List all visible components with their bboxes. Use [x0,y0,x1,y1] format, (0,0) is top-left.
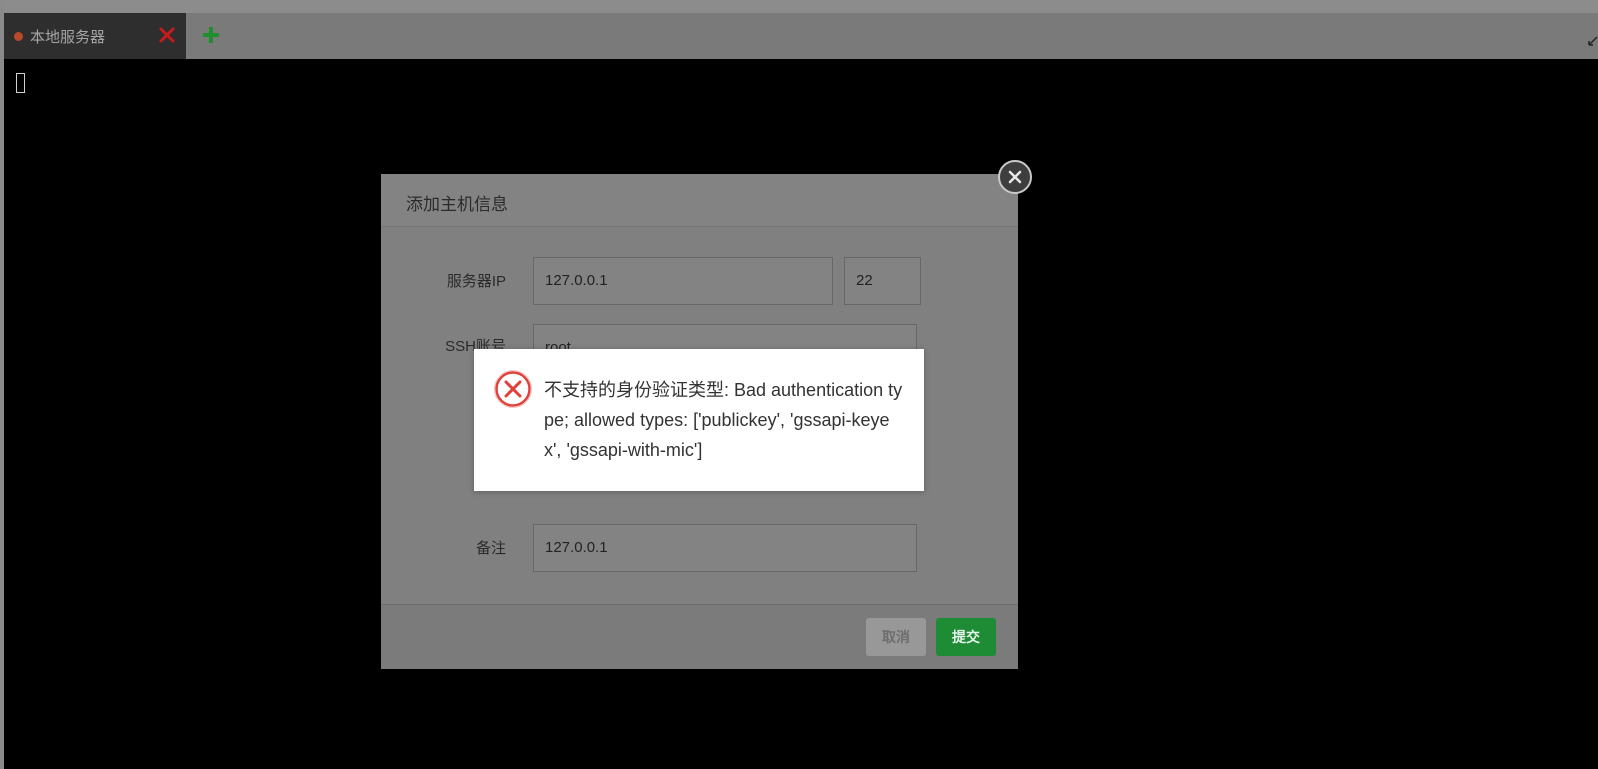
remark-label: 备注 [475,540,506,557]
modal-title: 添加主机信息 [406,195,508,214]
submit-button[interactable]: 提交 [936,618,996,656]
resize-icon[interactable] [1588,33,1598,46]
tab-close-icon[interactable] [156,24,178,46]
modal-close-icon[interactable] [998,160,1032,194]
server-ip-label: 服务器IP [446,273,506,290]
tab-bar: 本地服务器 [4,13,1598,59]
remark-input[interactable]: 127.0.0.1 [533,524,917,572]
error-circle-icon [494,370,532,408]
modal-header: 添加主机信息 [381,174,1018,227]
add-tab-plus-icon[interactable] [200,24,222,46]
error-message: 不支持的身份验证类型: Bad authentication type; all… [544,380,903,460]
server-ip-input[interactable]: 127.0.0.1 [533,257,833,305]
port-input[interactable]: 22 [844,257,921,305]
tab-label: 本地服务器 [30,28,106,46]
cancel-button[interactable]: 取消 [866,618,926,656]
error-alert: 不支持的身份验证类型: Bad authentication type; all… [474,349,924,491]
modal-footer: 取消 提交 [381,604,1018,669]
tab-status-dot [14,31,23,41]
terminal-cursor [16,73,25,93]
top-strip [4,0,1598,13]
